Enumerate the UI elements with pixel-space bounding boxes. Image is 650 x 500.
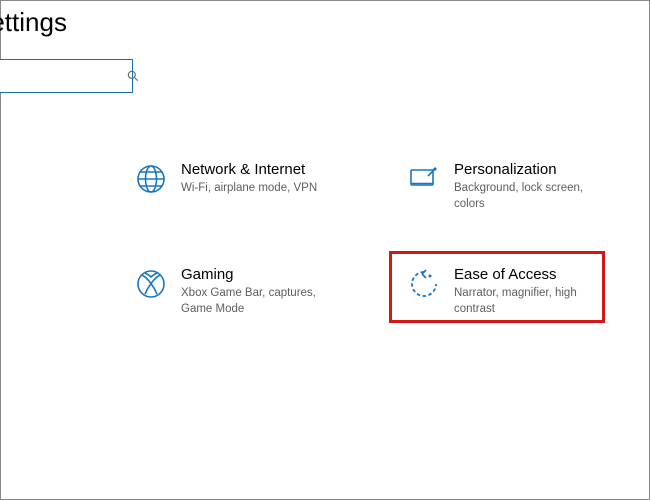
tile-security-partial[interactable]: irity recovery, <box>0 373 57 409</box>
xbox-icon <box>135 268 167 300</box>
tile-ease-label: Ease of Access <box>454 266 604 284</box>
tile-ease-desc: Narrator, magnifier, high contrast <box>454 286 604 317</box>
search-icon <box>126 69 140 83</box>
tile-personalization-label: Personalization <box>454 161 604 179</box>
tile-network[interactable]: Network & Internet Wi-Fi, airplane mode,… <box>123 151 329 207</box>
globe-icon <box>135 163 167 195</box>
tile-network-desc: Wi-Fi, airplane mode, VPN <box>181 181 317 197</box>
tile-security-label: irity <box>0 373 57 391</box>
tile-security-desc: recovery, <box>0 393 57 409</box>
search-input[interactable] <box>0 60 126 92</box>
ease-of-access-icon <box>408 268 440 300</box>
tile-personalization-desc: Background, lock screen, colors <box>454 181 604 212</box>
tile-gaming-label: Gaming <box>181 266 331 284</box>
tile-language-partial[interactable]: age te <box>0 264 57 300</box>
tile-ease-of-access[interactable]: Ease of Access Narrator, magnifier, high… <box>396 256 616 327</box>
tile-language-label: age <box>0 264 57 282</box>
tile-personalization[interactable]: Personalization Background, lock screen,… <box>396 151 616 222</box>
page-title: Settings <box>0 7 67 38</box>
tile-gaming-desc: Xbox Game Bar, captures, Game Mode <box>181 286 331 317</box>
tile-phone-desc: , iPhone <box>0 169 57 185</box>
tile-phone-partial[interactable]: , iPhone <box>0 167 57 185</box>
tile-gaming[interactable]: Gaming Xbox Game Bar, captures, Game Mod… <box>123 256 343 327</box>
tile-language-desc: te <box>0 284 57 300</box>
search-box[interactable] <box>0 59 133 93</box>
tile-network-label: Network & Internet <box>181 161 317 179</box>
paintbrush-icon <box>408 163 440 195</box>
